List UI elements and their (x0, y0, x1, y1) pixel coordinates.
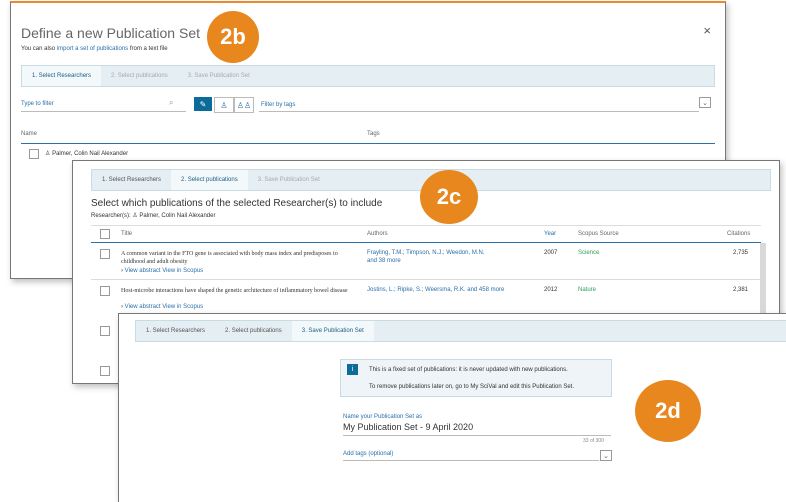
view-in-scopus-link[interactable]: View in Scopus (162, 304, 203, 310)
tags-underline (259, 111, 699, 112)
filter-by-tags-link[interactable]: Filter by tags (261, 102, 295, 108)
publication-year: 2007 (544, 250, 558, 256)
chevron-right-icon: › (121, 268, 123, 274)
publication-checkbox[interactable] (100, 326, 110, 336)
step-badge-2b: 2b (207, 11, 259, 63)
header-divider (91, 242, 761, 243)
view-abstract-link[interactable]: View abstract (125, 304, 161, 310)
search-all-icon[interactable]: ✎ (194, 97, 212, 111)
header-divider (21, 143, 715, 144)
column-authors: Authors (367, 231, 388, 237)
publication-links: › View abstract View in Scopus (121, 268, 203, 274)
column-title: Title (121, 231, 133, 237)
search-icon: ⌕ (169, 98, 174, 107)
tab-select-researchers[interactable]: 1. Select Researchers (92, 170, 171, 190)
close-icon[interactable]: × (703, 23, 711, 38)
publication-more-authors[interactable]: and 38 more (367, 258, 401, 264)
publication-checkbox[interactable] (100, 249, 110, 259)
publication-links: › View abstract View in Scopus (121, 304, 203, 310)
step-badge-2d: 2d (635, 380, 701, 442)
wizard-tabs: 1. Select Researchers 2. Select publicat… (21, 65, 715, 87)
filter-underline (21, 111, 186, 112)
select-all-checkbox[interactable] (100, 229, 110, 239)
researchers-line: Researcher(s): ♙ Palmer, Colin Nail Alex… (91, 212, 215, 219)
view-in-scopus-link[interactable]: View in Scopus (162, 268, 203, 274)
researcher-name: Palmer, Colin Nail Alexander (139, 213, 216, 219)
import-publications-link[interactable]: import a set of publications (57, 46, 128, 52)
publication-set-name-input[interactable]: My Publication Set - 9 April 2020 (343, 422, 473, 432)
tab-select-publications[interactable]: 2. Select publications (171, 170, 248, 190)
chevron-right-icon: › (121, 304, 123, 310)
group-icon[interactable]: ♙♙ (234, 97, 254, 113)
column-year[interactable]: Year (544, 231, 556, 237)
char-counter: 33 of 300 (583, 438, 604, 444)
chevron-down-icon[interactable]: ⌄ (600, 450, 612, 461)
publication-checkbox[interactable] (100, 366, 110, 376)
add-tags-input[interactable]: Add tags (optional) (343, 451, 393, 457)
tab-save-publication-set[interactable]: 3. Save Publication Set (248, 170, 330, 190)
chevron-down-icon[interactable]: ⌄ (699, 97, 711, 108)
person-icon: ♙ (45, 151, 51, 157)
name-label: Name your Publication Set as (343, 414, 423, 420)
researchers-label: Researcher(s): (91, 213, 131, 219)
tab-select-publications[interactable]: 2. Select publications (101, 66, 178, 86)
tab-select-researchers[interactable]: 1. Select Researchers (136, 321, 215, 341)
column-citations: Citations (727, 231, 751, 237)
row-divider (91, 279, 761, 280)
info-line-2: To remove publications later on, go to M… (369, 384, 574, 390)
researcher-checkbox[interactable] (29, 149, 39, 159)
publication-title: A common variant in the FTO gene is asso… (121, 251, 338, 265)
publication-source[interactable]: Nature (578, 287, 596, 293)
info-line-1: This is a fixed set of publications: it … (369, 367, 568, 373)
name-underline (343, 435, 611, 436)
tab-save-publication-set[interactable]: 3. Save Publication Set (291, 321, 374, 341)
import-hint: You can also import a set of publication… (21, 46, 168, 52)
info-icon: i (347, 364, 358, 375)
column-scopus-source: Scopus Source (578, 231, 619, 237)
publication-title: Host-microbe interactions have shaped th… (121, 288, 348, 294)
info-box: i This is a fixed set of publications: i… (340, 359, 612, 397)
import-suffix: from a text file (129, 46, 168, 52)
view-abstract-link[interactable]: View abstract (125, 268, 161, 274)
tab-save-publication-set[interactable]: 3. Save Publication Set (178, 66, 260, 86)
tab-select-publications[interactable]: 2. Select publications (215, 321, 292, 341)
dialog-title: Define a new Publication Set (21, 25, 200, 41)
tags-underline (343, 460, 599, 461)
step-badge-2c: 2c (420, 170, 478, 224)
publication-citations: 2,381 (733, 287, 749, 293)
column-name: Name (21, 131, 38, 137)
tab-select-researchers[interactable]: 1. Select Researchers (22, 66, 102, 86)
import-prefix: You can also (21, 46, 56, 52)
publication-year: 2012 (544, 287, 558, 293)
filter-input[interactable]: Type to filter (21, 101, 54, 107)
wizard-tabs: 1. Select Researchers 2. Select publicat… (135, 320, 786, 342)
person-icon: ♙ (132, 213, 138, 219)
divider (91, 225, 761, 226)
panel-heading: Select which publications of the selecte… (91, 198, 383, 209)
person-icon[interactable]: ♙ (214, 97, 234, 113)
publication-authors[interactable]: Frayling, T.M.; Timpson, N.J.; Weedon, M… (367, 250, 484, 256)
publication-source[interactable]: Science (578, 250, 599, 256)
column-tags: Tags (367, 131, 380, 137)
researcher-name: Palmer, Colin Nail Alexander (52, 151, 129, 157)
publication-authors[interactable]: Jostins, L.; Ripke, S.; Weersma, R.K. an… (367, 287, 504, 293)
researcher-row[interactable]: ♙ Palmer, Colin Nail Alexander (45, 150, 128, 157)
publication-citations: 2,735 (733, 250, 749, 256)
publication-checkbox[interactable] (100, 286, 110, 296)
